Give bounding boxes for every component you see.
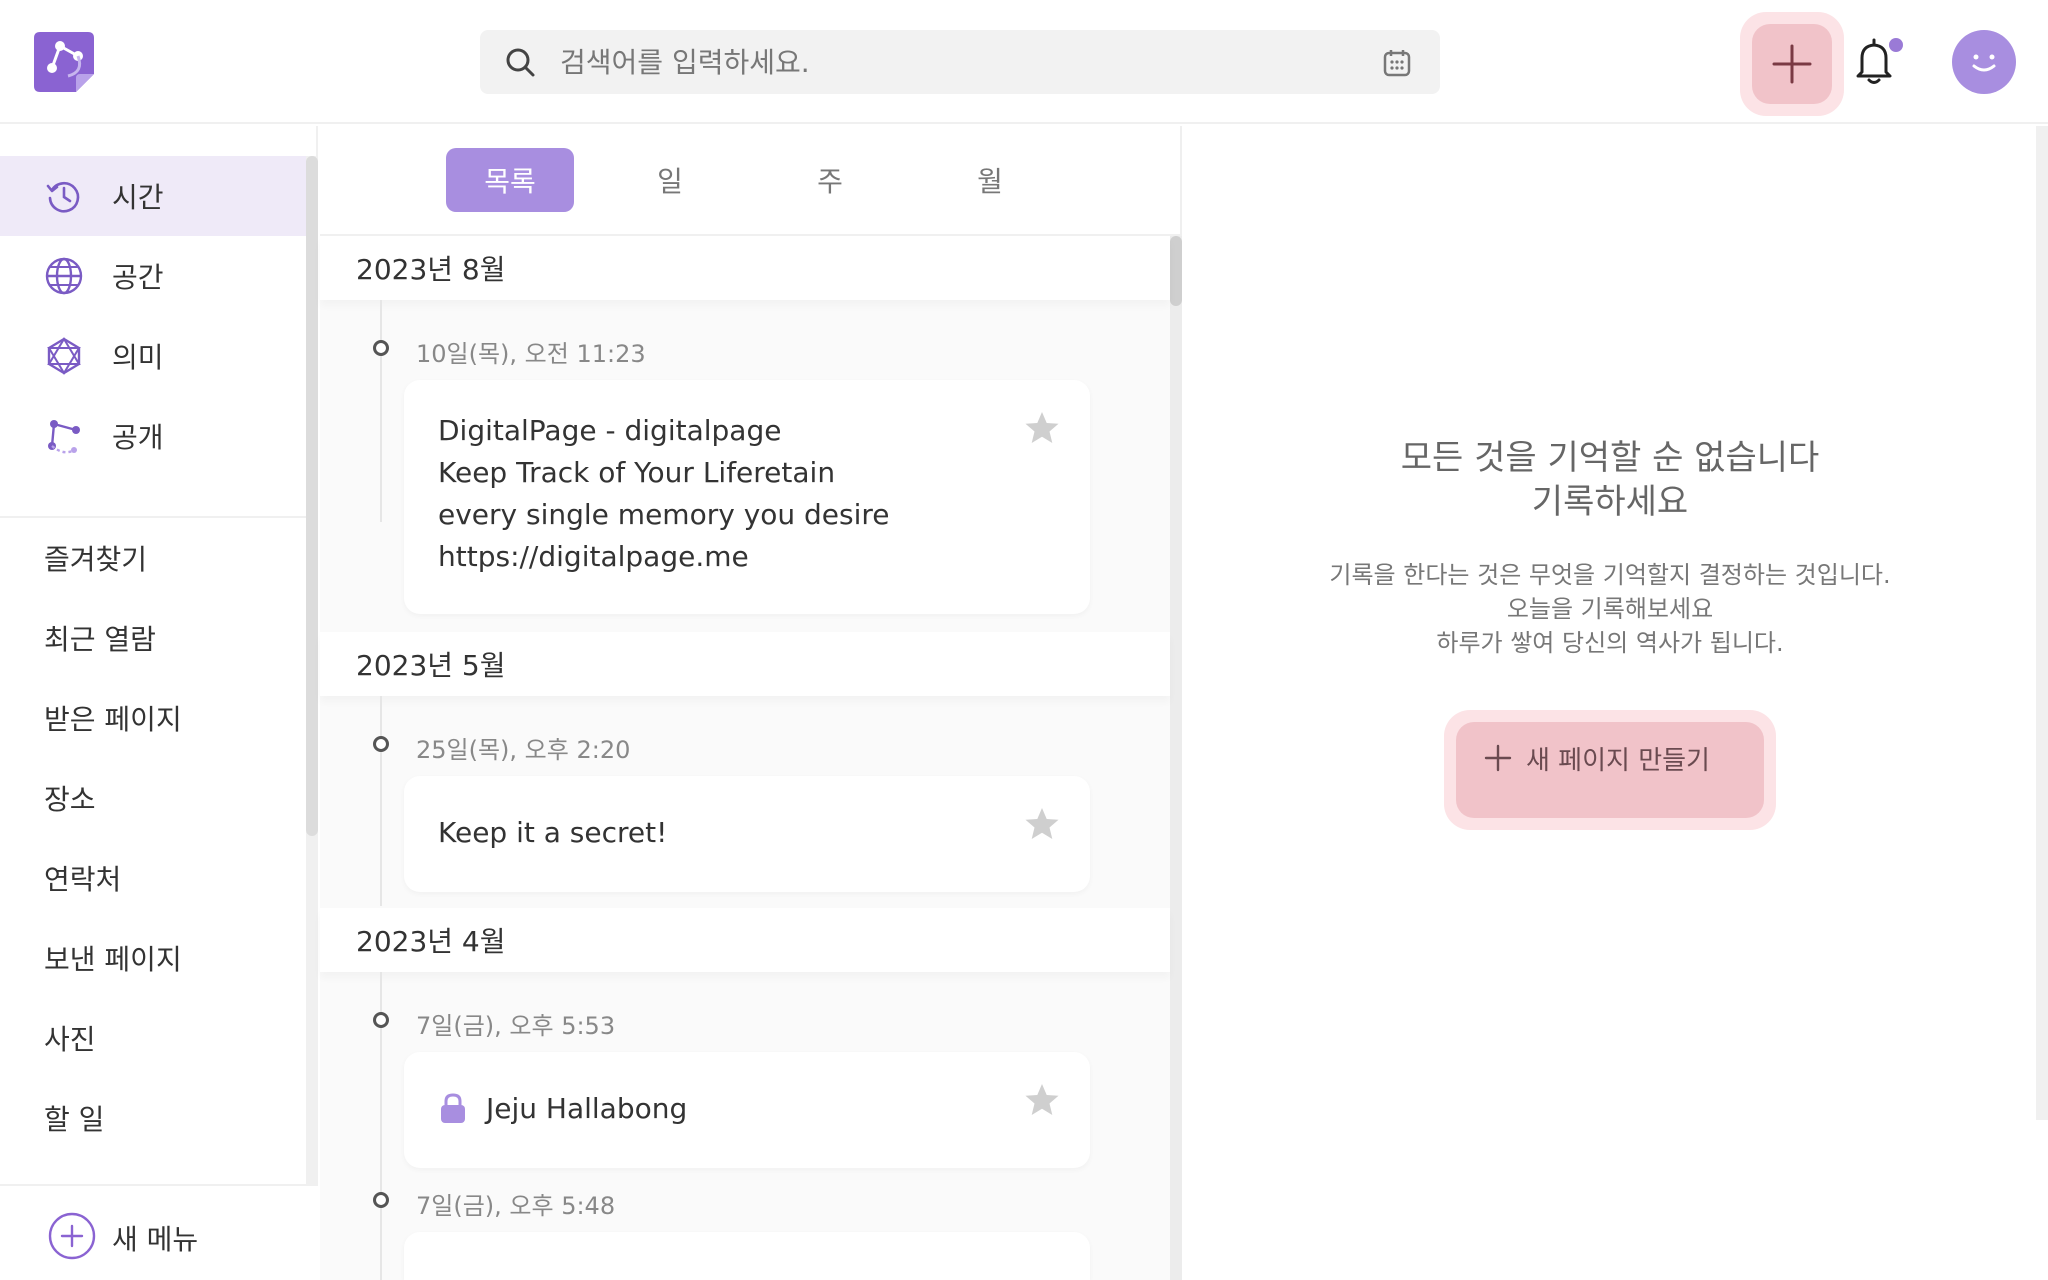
plus-icon (1484, 744, 1512, 772)
plus-circle-icon (48, 1212, 96, 1260)
month-header: 2023년 8월 (320, 236, 1170, 300)
timeline-line (380, 696, 382, 906)
entry-date: 7일(금), 오후 5:48 (416, 1192, 616, 1220)
top-bar (0, 0, 2048, 124)
sidebar-item-received[interactable]: 받은 페이지 (44, 698, 182, 738)
empty-title-line: 기록하세요 (1531, 482, 1689, 522)
sidebar-item-label: 공간 (112, 261, 164, 294)
notification-dot (1889, 38, 1903, 52)
sidebar-item-recent[interactable]: 최근 열람 (44, 618, 156, 658)
globe-icon (45, 257, 83, 295)
network-icon (47, 337, 81, 375)
entry-card[interactable]: DigitalPage - digitalpage Keep Track of … (404, 380, 1090, 614)
tab-day[interactable]: 일 (606, 148, 734, 212)
sidebar-item-places[interactable]: 장소 (44, 778, 96, 818)
entry-date: 10일(목), 오전 11:23 (416, 340, 646, 368)
sidebar-scrollbar[interactable] (306, 156, 318, 836)
timeline-dot (373, 340, 389, 356)
share-icon (48, 420, 80, 454)
sidebar-item-time[interactable]: 시간 (0, 156, 306, 236)
star-icon[interactable] (1024, 1082, 1060, 1118)
entry-card[interactable]: Jeju Hallabong (404, 1052, 1090, 1168)
sidebar-item-label: 공개 (112, 421, 164, 454)
star-icon[interactable] (1024, 410, 1060, 446)
sidebar: 시간 공간 의미 공개 즐겨찾기 최근 열람 받은 페이지 장소 연락처 보낸 … (0, 126, 318, 1280)
clock-history-icon (46, 181, 80, 213)
create-page-button[interactable]: 새 페이지 만들기 (1444, 710, 1776, 830)
timeline-dot (373, 736, 389, 752)
create-page-label: 새 페이지 만들기 (1526, 746, 1710, 776)
sidebar-divider (0, 516, 306, 518)
smile-icon (1972, 54, 1996, 72)
calendar-icon[interactable] (1382, 48, 1412, 78)
search-bar (480, 30, 1440, 94)
empty-state-description: 기록을 한다는 것은 무엇을 기억할지 결정하는 것입니다. 오늘을 기록해보세… (1184, 558, 2036, 660)
new-menu-button[interactable]: 새 메뉴 (0, 1184, 318, 1280)
empty-state-title: 모든 것을 기억할 순 없습니다 기록하세요 (1184, 436, 2036, 524)
sidebar-item-contacts[interactable]: 연락처 (44, 858, 121, 898)
lock-icon (441, 1093, 465, 1123)
empty-desc-line: 오늘을 기록해보세요 (1506, 595, 1714, 623)
month-label: 2023년 4월 (356, 925, 506, 958)
sidebar-item-label: 의미 (112, 341, 164, 374)
month-label: 2023년 8월 (356, 253, 506, 286)
new-menu-label: 새 메뉴 (112, 1223, 199, 1256)
empty-title-line: 모든 것을 기억할 순 없습니다 (1400, 438, 1820, 478)
tab-week[interactable]: 주 (766, 148, 894, 212)
sidebar-item-photos[interactable]: 사진 (44, 1018, 96, 1058)
plus-icon (1772, 44, 1812, 84)
view-tabs: 목록 일 주 월 (320, 126, 1180, 236)
entry-text: DigitalPage - digitalpage Keep Track of … (438, 414, 890, 573)
search-input[interactable] (560, 30, 1340, 94)
sidebar-item-favorites[interactable]: 즐겨찾기 (44, 538, 147, 578)
sidebar-item-meaning[interactable]: 의미 (0, 316, 306, 396)
add-page-button[interactable] (1740, 12, 1844, 116)
timeline-dot (373, 1012, 389, 1028)
detail-scroll-track[interactable] (2036, 126, 2048, 1120)
tab-list[interactable]: 목록 (446, 148, 574, 212)
timeline-dot (373, 1192, 389, 1208)
sidebar-item-todo[interactable]: 할 일 (44, 1098, 104, 1138)
month-header: 2023년 5월 (320, 632, 1170, 696)
timeline-list-panel: 목록 일 주 월 2023년 8월 10일(목), 오전 11:23 Digit… (320, 126, 1182, 1280)
star-icon[interactable] (1024, 806, 1060, 842)
empty-desc-line: 하루가 쌓여 당신의 역사가 됩니다. (1436, 629, 1784, 657)
entry-card[interactable]: Keep it a secret! (404, 776, 1090, 892)
entry-text: Keep it a secret! (438, 816, 668, 849)
search-icon (506, 48, 535, 77)
sidebar-item-label: 시간 (112, 181, 164, 214)
entry-card[interactable] (404, 1232, 1090, 1280)
app-logo[interactable] (32, 30, 96, 94)
entry-date: 7일(금), 오후 5:53 (416, 1012, 616, 1040)
entry-date: 25일(목), 오후 2:20 (416, 736, 631, 764)
month-label: 2023년 5월 (356, 649, 506, 682)
avatar[interactable] (1952, 30, 2016, 94)
timeline-line (380, 300, 382, 522)
list-scrollbar[interactable] (1170, 236, 1182, 306)
tab-month[interactable]: 월 (926, 148, 1054, 212)
sidebar-item-sent[interactable]: 보낸 페이지 (44, 938, 182, 978)
empty-desc-line: 기록을 한다는 것은 무엇을 기억할지 결정하는 것입니다. (1329, 561, 1891, 589)
sidebar-item-public[interactable]: 공개 (0, 396, 306, 476)
entry-text: Jeju Hallabong (486, 1092, 688, 1125)
list-scroll-track (1170, 236, 1182, 1280)
month-header: 2023년 4월 (320, 908, 1170, 972)
detail-panel: 모든 것을 기억할 순 없습니다 기록하세요 기록을 한다는 것은 무엇을 기억… (1184, 126, 2036, 1280)
sidebar-item-space[interactable]: 공간 (0, 236, 306, 316)
